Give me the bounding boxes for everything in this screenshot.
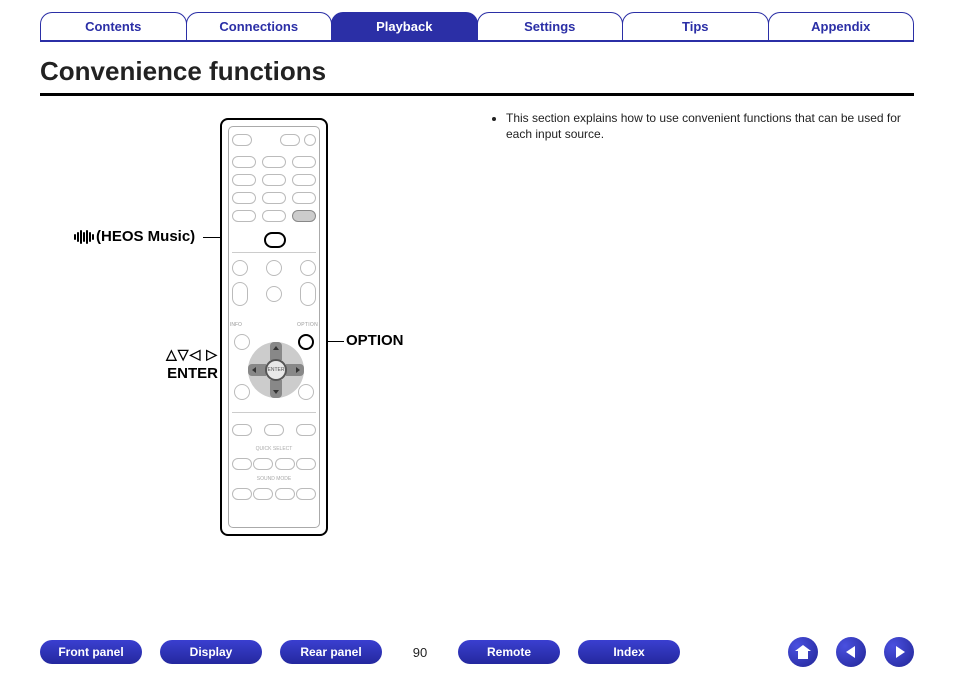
remote-diagram-area: (HEOS Music) OPTION △▽◁ ▷ ENTER INFO [40,106,470,586]
quick-select-label: QUICK SELECT [222,446,326,452]
remote-info-label: INFO [230,322,242,328]
dpad-arrows-icon: △▽◁ ▷ [138,346,218,363]
nav-remote[interactable]: Remote [458,640,560,664]
back-button [234,384,250,400]
setup-button [298,384,314,400]
tab-tips[interactable]: Tips [622,12,769,42]
tab-playback[interactable]: Playback [331,12,478,42]
page-number: 90 [400,645,440,660]
callout-heos-music: (HEOS Music) [74,228,195,245]
tab-settings[interactable]: Settings [477,12,624,42]
tab-contents[interactable]: Contents [40,12,187,42]
callout-heos-text: (HEOS Music) [96,228,195,245]
bullet-text: This section explains how to use conveni… [506,110,914,142]
heos-icon [74,230,94,244]
heading-rule [40,93,914,96]
bottom-nav: Front panel Display Rear panel 90 Remote… [40,637,914,667]
home-icon [795,645,811,659]
description-text: This section explains how to use conveni… [490,106,914,586]
nav-front-panel[interactable]: Front panel [40,640,142,664]
page-title: Convenience functions [40,56,914,87]
sound-mode-label: SOUND MODE [222,476,326,482]
callout-enter-text: ENTER [167,365,218,382]
callout-option: OPTION [346,332,404,349]
nav-display[interactable]: Display [160,640,262,664]
tab-connections[interactable]: Connections [186,12,333,42]
nav-index[interactable]: Index [578,640,680,664]
heos-music-button [264,232,286,248]
prev-page-button[interactable] [836,637,866,667]
home-button[interactable] [788,637,818,667]
enter-button: ENTER [265,359,287,381]
callout-enter: △▽◁ ▷ ENTER [138,346,218,382]
top-tabs: Contents Connections Playback Settings T… [40,12,914,42]
nav-rear-panel[interactable]: Rear panel [280,640,382,664]
remote-option-label: OPTION [297,322,318,328]
tab-appendix[interactable]: Appendix [768,12,915,42]
remote-outline: INFO OPTION ENTER QUICK SELECT SOUND MOD… [220,118,328,536]
arrow-right-icon [896,646,905,658]
next-page-button[interactable] [884,637,914,667]
arrow-left-icon [846,646,855,658]
dpad: ENTER [248,342,304,398]
